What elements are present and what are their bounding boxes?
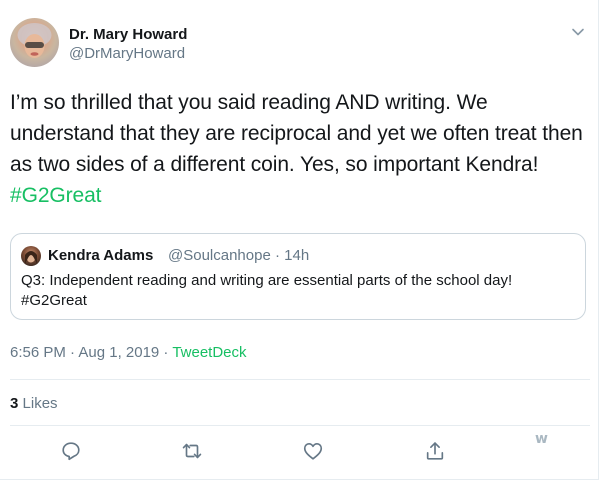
quoted-author-meta: @Soulcanhope · 14h (168, 247, 310, 264)
likes-label: Likes (22, 395, 58, 412)
retweet-icon[interactable] (181, 440, 203, 462)
divider (10, 425, 590, 426)
watermark-logo: w (535, 431, 548, 447)
author-handle[interactable]: @DrMaryHoward (69, 45, 185, 62)
divider (10, 379, 590, 380)
like-icon[interactable] (302, 440, 324, 462)
tweet-body: I’m so thrilled that you said reading AN… (10, 91, 583, 176)
timestamp-time[interactable]: 6:56 PM · Aug 1, 2019 · (10, 344, 172, 361)
source-link[interactable]: TweetDeck (172, 344, 246, 361)
quoted-author-name: Kendra Adams (48, 247, 154, 264)
quoted-text: Q3: Independent reading and writing are … (21, 272, 513, 309)
quoted-author-avatar (21, 246, 41, 266)
reply-icon[interactable] (60, 440, 82, 462)
tweet-card: Dr. Mary Howard @DrMaryHoward I’m so thr… (0, 0, 599, 480)
hashtag-link[interactable]: #G2Great (10, 184, 102, 207)
author-avatar[interactable] (10, 18, 59, 67)
share-icon[interactable] (424, 440, 446, 462)
tweet-text: I’m so thrilled that you said reading AN… (10, 87, 590, 211)
quoted-tweet[interactable]: Kendra Adams @Soulcanhope · 14h Q3: Inde… (10, 233, 586, 320)
tweet-timestamp: 6:56 PM · Aug 1, 2019 · TweetDeck (10, 344, 247, 361)
likes-count[interactable]: 3 Likes (10, 395, 58, 412)
chevron-down-icon[interactable] (571, 25, 585, 39)
author-name[interactable]: Dr. Mary Howard (69, 26, 187, 43)
likes-number: 3 (10, 395, 19, 412)
